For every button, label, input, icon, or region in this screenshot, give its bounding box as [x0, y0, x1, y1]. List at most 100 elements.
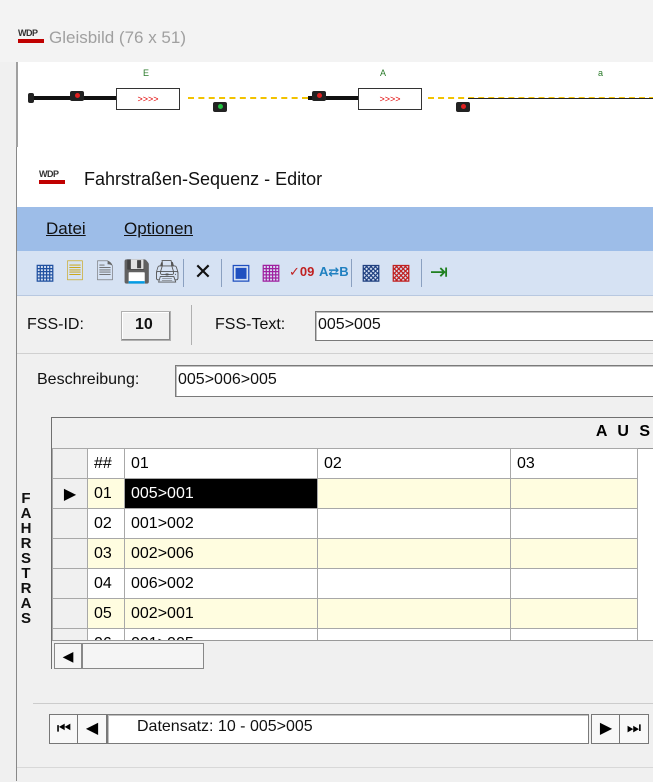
- menu-datei[interactable]: Datei: [46, 219, 86, 239]
- grid-cell[interactable]: [510, 508, 638, 539]
- grid-table: ## 01 02 03 ▶ 01 005>001 02 001>002 03 0…: [52, 448, 638, 659]
- first-record-icon[interactable]: ⏮: [49, 714, 79, 744]
- table-row[interactable]: 02 001>002: [52, 508, 638, 539]
- grid-cell[interactable]: 006>002: [124, 568, 318, 599]
- table-row[interactable]: ▶ 01 005>001: [52, 478, 638, 509]
- wdp-logo-icon: WDP: [18, 28, 44, 46]
- track-end-icon: [28, 93, 34, 103]
- description-row: Beschreibung: 005>006>005: [17, 354, 653, 404]
- divider: [191, 305, 192, 345]
- horizontal-scrollbar[interactable]: ◀: [52, 640, 653, 669]
- toolbar-separator: [351, 259, 352, 287]
- row-indicator: [52, 538, 88, 569]
- sequence-grid[interactable]: A U S ## 01 02 03 ▶ 01 005>001 02 001>00…: [51, 417, 653, 669]
- track-block[interactable]: >>>>: [358, 88, 422, 110]
- row-indicator: [52, 508, 88, 539]
- fss-id-box: 10: [121, 311, 171, 341]
- prev-record-icon[interactable]: ◀: [77, 714, 107, 744]
- grid-cell[interactable]: [510, 598, 638, 629]
- column-header[interactable]: 01: [124, 448, 318, 479]
- scroll-left-icon[interactable]: ◀: [54, 643, 82, 669]
- track-segment: [468, 98, 653, 99]
- grid-cell[interactable]: 002>001: [124, 598, 318, 629]
- grid-cell[interactable]: [510, 568, 638, 599]
- print-icon[interactable]: 🖨: [153, 260, 181, 284]
- row-number: 01: [87, 478, 125, 509]
- grid-cell[interactable]: [317, 478, 511, 509]
- track-label: A: [380, 68, 387, 78]
- track-block[interactable]: >>>>: [116, 88, 180, 110]
- column-header[interactable]: 03: [510, 448, 638, 479]
- swap-ab-icon[interactable]: A⇄B: [319, 260, 349, 284]
- navigator-status-text: Datensatz: 10 - 005>005: [137, 718, 313, 735]
- row-number: 04: [87, 568, 125, 599]
- track-label: E: [143, 68, 150, 78]
- last-record-icon[interactable]: ⏭: [619, 714, 649, 744]
- gleisbild-title: Gleisbild (76 x 51): [49, 28, 187, 47]
- row-indicator: [52, 598, 88, 629]
- signal-icon[interactable]: [456, 102, 470, 112]
- table-row[interactable]: 03 002>006: [52, 538, 638, 569]
- grid-cell[interactable]: 002>006: [124, 538, 318, 569]
- signal-icon[interactable]: [312, 91, 326, 101]
- sequence-grid-area: F A H R S T R A S A U S ## 01 02 03 ▶ 01…: [17, 409, 653, 709]
- grid-cell[interactable]: [317, 508, 511, 539]
- grid-group-header-text: A U S: [595, 423, 653, 440]
- fss-id-value: 10: [135, 316, 153, 333]
- new-icon[interactable]: 🗏: [63, 260, 87, 284]
- row-indicator: [52, 568, 88, 599]
- editor-title: Fahrstraßen-Sequenz - Editor: [84, 169, 323, 189]
- grid-cell[interactable]: 001>002: [124, 508, 318, 539]
- import-icon[interactable]: ▩: [359, 260, 383, 284]
- table-row[interactable]: 04 006>002: [52, 568, 638, 599]
- grid-cell[interactable]: [510, 538, 638, 569]
- new-wizard-icon[interactable]: 🗎: [93, 260, 117, 284]
- grid-cell[interactable]: [317, 598, 511, 629]
- fss-text-label: FSS-Text:: [215, 316, 286, 333]
- menu-optionen[interactable]: Optionen: [124, 219, 193, 239]
- table-row[interactable]: 05 002>001: [52, 598, 638, 629]
- row-number: 05: [87, 598, 125, 629]
- gleisbild-titlebar: WDP Gleisbild (76 x 51): [0, 0, 653, 62]
- track-diagram[interactable]: >>>> >>>> E A a: [16, 62, 653, 147]
- fss-text-field[interactable]: 005>005: [315, 311, 653, 341]
- grid-cell[interactable]: 005>001: [124, 478, 318, 509]
- save-icon[interactable]: 💾: [123, 260, 150, 284]
- tree-view-icon[interactable]: ▦: [33, 260, 57, 284]
- signal-icon[interactable]: [213, 102, 227, 112]
- status-strip: [17, 767, 653, 782]
- grid-icon[interactable]: ▦: [259, 260, 283, 284]
- grid-header-row: ## 01 02 03: [52, 448, 638, 479]
- description-value: 005>006>005: [178, 371, 277, 388]
- current-row-arrow-icon: ▶: [52, 478, 88, 509]
- row-number: 03: [87, 538, 125, 569]
- wdp-logo-icon: WDP: [39, 169, 65, 187]
- description-field[interactable]: 005>006>005: [175, 365, 653, 397]
- editor-titlebar: WDP Fahrstraßen-Sequenz - Editor: [17, 147, 653, 207]
- select-icon[interactable]: ▣: [229, 260, 253, 284]
- exit-icon[interactable]: ⇥: [427, 260, 451, 284]
- grid-cell[interactable]: [317, 538, 511, 569]
- column-header[interactable]: 02: [317, 448, 511, 479]
- grid-cell[interactable]: [317, 568, 511, 599]
- fss-id-label: FSS-ID:: [27, 316, 84, 333]
- check-09-icon[interactable]: ✓09: [289, 260, 314, 284]
- export-icon[interactable]: ▩: [389, 260, 413, 284]
- grid-cell[interactable]: [510, 478, 638, 509]
- row-indicator-header: [52, 448, 88, 479]
- description-label: Beschreibung:: [37, 371, 140, 388]
- fss-header-row: FSS-ID: 10 FSS-Text: 005>005: [17, 297, 653, 354]
- column-header[interactable]: ##: [87, 448, 125, 479]
- fss-editor-window: WDP Fahrstraßen-Sequenz - Editor Datei O…: [16, 147, 653, 782]
- record-navigator: ⏮ ◀ Datensatz: 10 - 005>005 ▶ ⏭: [33, 703, 653, 756]
- scroll-thumb[interactable]: [82, 643, 204, 669]
- track-label: a: [598, 68, 604, 78]
- toolbar-separator: [183, 259, 184, 287]
- delete-icon[interactable]: ✕: [191, 260, 215, 284]
- signal-icon[interactable]: [70, 91, 84, 101]
- toolbar-separator: [421, 259, 422, 287]
- track-dashed-segment: [188, 97, 308, 101]
- grid-group-header: A U S: [52, 418, 653, 449]
- next-record-icon[interactable]: ▶: [591, 714, 621, 744]
- side-vertical-label: F A H R S T R A S: [20, 490, 32, 627]
